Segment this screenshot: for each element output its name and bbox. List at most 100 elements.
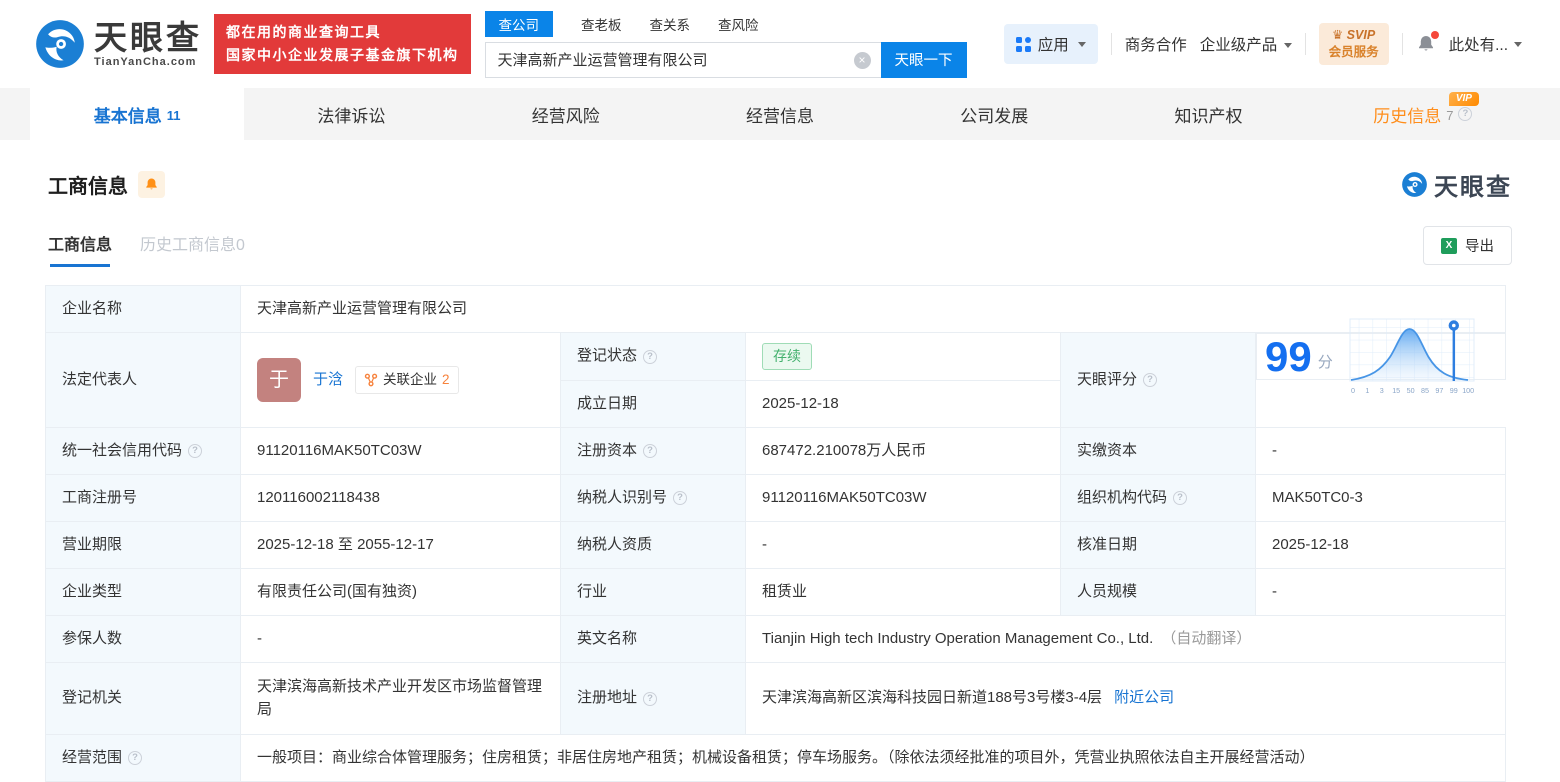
reg-number-label: 工商注册号: [45, 474, 241, 522]
company-name-value: 天津高新产业运营管理有限公司: [239, 285, 1507, 333]
help-icon[interactable]: ?: [643, 691, 658, 706]
divider: [1304, 33, 1306, 55]
top-header: 天眼查 TianYanCha.com 都在用的商业查询工具 国家中小企业发展子基…: [0, 0, 1560, 88]
logo-brand-text: 天眼查: [94, 18, 202, 56]
org-code-value: MAK50TC0-3: [1254, 474, 1507, 522]
help-icon[interactable]: ?: [188, 444, 203, 458]
svg-text:15: 15: [1392, 386, 1400, 395]
help-icon[interactable]: ?: [128, 751, 143, 765]
tab-history-info[interactable]: VIP 历史信息 7 ?: [1316, 88, 1530, 140]
staff-size-label: 人员规模: [1060, 568, 1256, 616]
apps-menu-button[interactable]: 应用: [1003, 24, 1098, 64]
search-tab-boss[interactable]: 查老板: [581, 11, 622, 37]
avatar[interactable]: 于: [257, 358, 301, 402]
enterprise-products-link[interactable]: 企业级产品: [1200, 33, 1292, 55]
taxpayer-quality-value: -: [745, 521, 1061, 569]
help-icon[interactable]: ?: [643, 444, 658, 458]
reg-address-value: 天津滨海高新区滨海科技园日新道188号3号楼3-4层 附近公司: [744, 662, 1507, 735]
svg-text:100: 100: [1462, 386, 1474, 395]
svg-text:97: 97: [1435, 386, 1443, 395]
divider: [1401, 33, 1403, 55]
tab-company-development[interactable]: 公司发展: [887, 88, 1101, 140]
subtab-history-business-info[interactable]: 历史工商信息0: [140, 231, 245, 267]
svg-text:99: 99: [1450, 386, 1458, 395]
search-tabs: 查公司 查老板 查关系 查风险: [484, 10, 967, 37]
svg-text:85: 85: [1421, 386, 1429, 395]
score-distribution-chart: 0 1 3 15 50 85 97 99 100: [1349, 318, 1475, 395]
help-icon[interactable]: ?: [643, 349, 658, 364]
score-unit: 分: [1317, 354, 1333, 372]
english-name-label: 英文名称: [560, 615, 746, 663]
established-value: 2025-12-18: [745, 380, 1061, 428]
industry-value: 租赁业: [745, 568, 1061, 616]
taxpayer-id-value: 91120116MAK50TC03W: [745, 474, 1061, 522]
tianyancha-logo-icon: [36, 20, 84, 68]
tab-legal-proceedings[interactable]: 法律诉讼: [244, 88, 458, 140]
related-companies-badge[interactable]: 关联企业 2: [355, 365, 459, 395]
tianyancha-logo[interactable]: 天眼查 TianYanCha.com: [34, 18, 202, 70]
score-axis-ticks: 0 1 3 15 50 85 97 99 100: [1351, 386, 1474, 395]
insured-count-value: -: [240, 615, 561, 663]
reg-authority-label: 登记机关: [45, 662, 241, 735]
tab-basic-info[interactable]: 基本信息 11: [30, 88, 245, 140]
search-tab-relation[interactable]: 查关系: [650, 11, 691, 37]
established-label: 成立日期: [560, 380, 746, 428]
user-account-menu[interactable]: 此处有...: [1449, 33, 1522, 55]
legal-rep-label: 法定代表人: [45, 332, 241, 428]
staff-size-value: -: [1254, 568, 1507, 616]
logo-domain-text: TianYanCha.com: [94, 55, 197, 68]
credit-code-value: 91120116MAK50TC03W: [240, 427, 561, 475]
paid-capital-label: 实缴资本: [1060, 427, 1256, 475]
chevron-down-icon: [1283, 43, 1292, 49]
table-row: 营业期限 2025-12-18 至 2055-12-17 纳税人资质 - 核准日…: [45, 521, 1507, 569]
table-row: 参保人数 - 英文名称 Tianjin High tech Industry O…: [45, 615, 1507, 663]
reg-authority-value: 天津滨海高新技术产业开发区市场监督管理局: [240, 662, 561, 735]
notification-bell-icon[interactable]: [1416, 31, 1439, 54]
business-info-table: 企业名称 天津高新产业运营管理有限公司 法定代表人 于 于浛 关联企业 2 登记…: [45, 285, 1507, 782]
export-button[interactable]: X 导出: [1423, 226, 1512, 265]
table-row: 法定代表人 于 于浛 关联企业 2 登记状态? 存续 天眼评分 ? 99 分 0…: [45, 318, 1506, 428]
svg-text:0: 0: [1351, 386, 1355, 395]
business-term-label: 营业期限: [45, 521, 241, 569]
search-tab-risk[interactable]: 查风险: [718, 11, 759, 37]
crown-icon: ♛: [1331, 28, 1344, 43]
excel-icon: X: [1441, 237, 1457, 254]
tab-operation-info[interactable]: 经营信息: [673, 88, 887, 140]
svg-text:3: 3: [1380, 386, 1384, 395]
clear-icon[interactable]: ×: [853, 51, 871, 69]
search-input[interactable]: [484, 41, 881, 78]
help-icon[interactable]: ?: [1173, 491, 1188, 505]
help-icon[interactable]: ?: [673, 491, 688, 505]
legal-rep-name-link[interactable]: 于浛: [313, 369, 343, 392]
slogan-line-2: 国家中小企业发展子基金旗下机构: [226, 47, 459, 63]
tab-intellectual-property[interactable]: 知识产权: [1101, 88, 1315, 140]
approval-date-label: 核准日期: [1060, 521, 1256, 569]
search-tab-company[interactable]: 查公司: [484, 10, 553, 37]
slogan-banner: 都在用的商业查询工具 国家中小企业发展子基金旗下机构: [214, 13, 471, 75]
svip-member-button[interactable]: ♛ SVIP 会员服务: [1318, 23, 1389, 65]
nearby-companies-link[interactable]: 附近公司: [1114, 687, 1174, 710]
business-scope-label: 经营范围?: [45, 734, 241, 782]
approval-date-value: 2025-12-18: [1254, 521, 1507, 569]
search-button[interactable]: 天眼一下: [880, 41, 967, 78]
divider: [1110, 33, 1112, 55]
credit-code-label: 统一社会信用代码?: [45, 427, 241, 475]
subtab-business-info[interactable]: 工商信息: [48, 231, 112, 267]
help-icon[interactable]: ?: [1143, 373, 1158, 387]
table-row: 企业类型 有限责任公司(国有独资) 行业 租赁业 人员规模 -: [45, 568, 1507, 616]
help-icon[interactable]: ?: [1458, 107, 1473, 121]
table-row: 经营范围? 一般项目：商业综合体管理服务；住房租赁；非居住房地产租赁；机械设备租…: [45, 734, 1507, 782]
monitor-bell-icon[interactable]: [138, 171, 165, 198]
taxpayer-quality-label: 纳税人资质: [560, 521, 746, 569]
tab-operation-risk[interactable]: 经营风险: [459, 88, 673, 140]
table-row: 统一社会信用代码? 91120116MAK50TC03W 注册资本? 68747…: [45, 427, 1507, 475]
business-cooperation-link[interactable]: 商务合作: [1125, 33, 1187, 55]
svg-text:1: 1: [1365, 386, 1369, 395]
insured-count-label: 参保人数: [45, 615, 241, 663]
score-label: 天眼评分?: [1060, 332, 1256, 428]
reg-capital-value: 687472.210078万人民币: [745, 427, 1061, 475]
table-row: 工商注册号 120116002118438 纳税人识别号? 91120116MA…: [45, 474, 1507, 522]
reg-status-value: 存续: [745, 332, 1061, 381]
reg-address-label: 注册地址?: [560, 662, 746, 735]
chevron-down-icon: [1514, 41, 1522, 47]
